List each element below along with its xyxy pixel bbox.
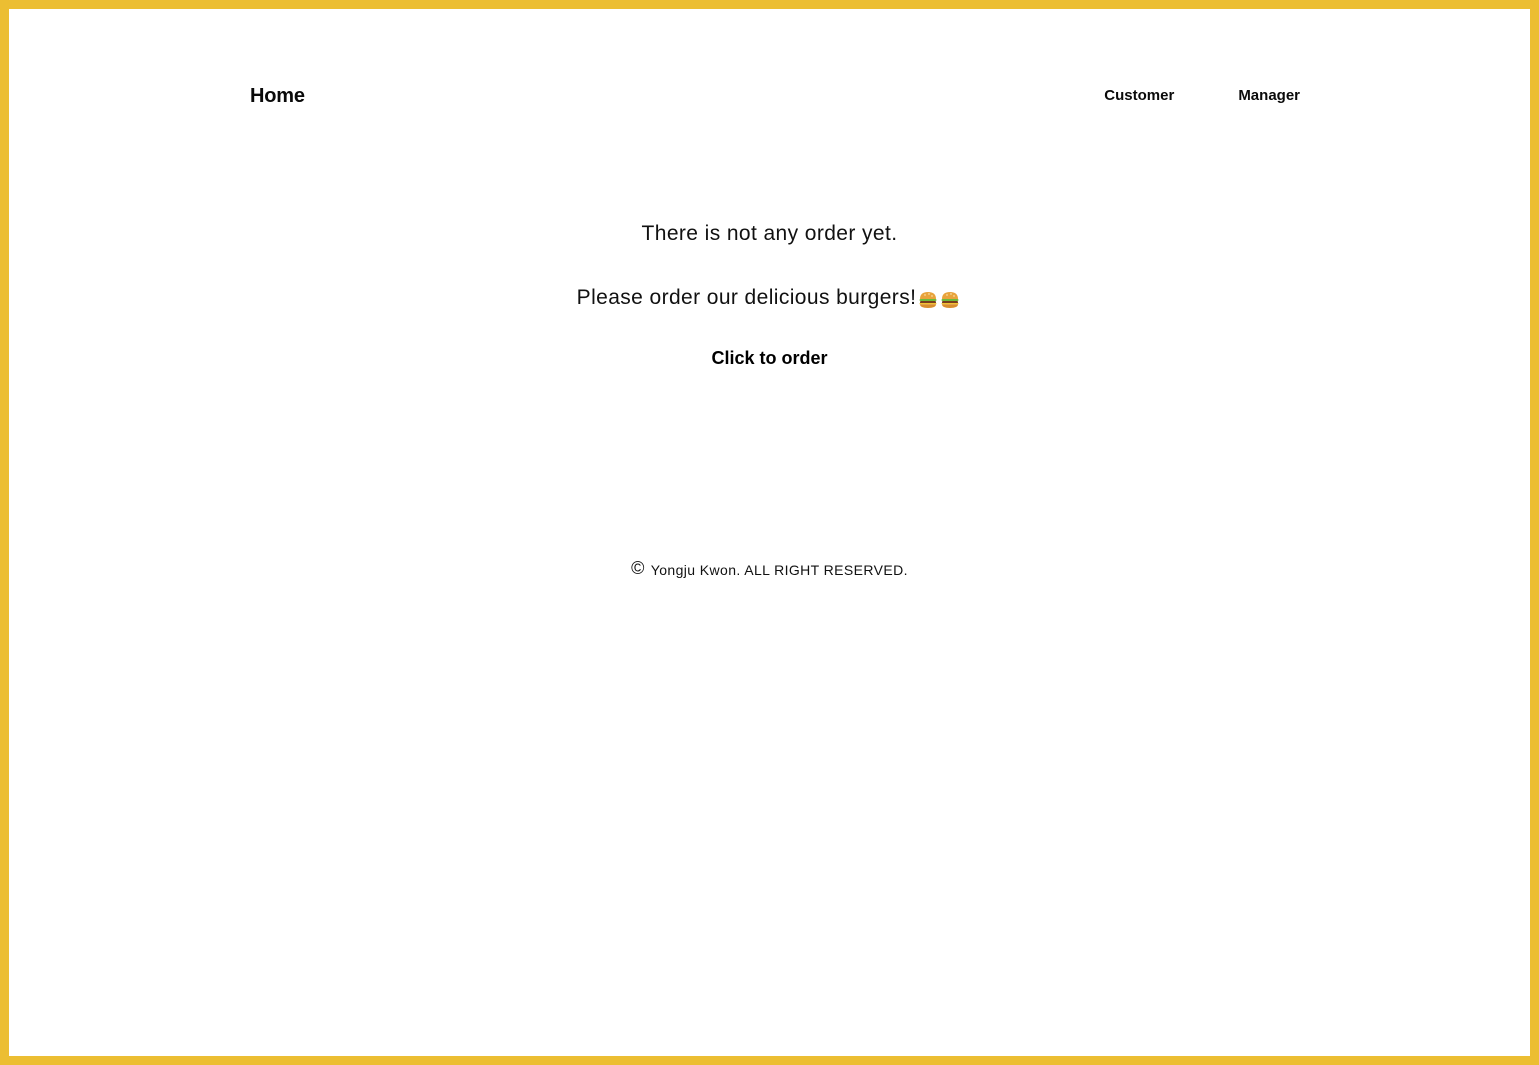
order-prompt-line: Please order our delicious burgers! [9,284,1530,314]
footer: © Yongju Kwon. ALL RIGHT RESERVED. [9,558,1530,579]
click-to-order-button[interactable]: Click to order [711,348,827,369]
nav-customer-link[interactable]: Customer [1104,87,1174,104]
burger-icon [919,292,937,309]
copyright-icon: © [631,558,645,578]
burger-icons [918,286,962,314]
top-nav: Home Customer Manager [250,83,1300,113]
no-order-message: There is not any order yet. [641,222,898,245]
nav-links: Customer Manager [1104,87,1300,104]
burger-icon [941,292,959,309]
app-frame: Home Customer Manager There is not any o… [0,0,1539,1065]
nav-manager-link[interactable]: Manager [1238,87,1300,104]
empty-order-state: There is not any order yet. Please order… [9,220,1530,369]
nav-home-link[interactable]: Home [250,85,305,108]
footer-text: Yongju Kwon. ALL RIGHT RESERVED. [650,562,908,578]
order-prompt-text: Please order our delicious burgers! [576,286,917,309]
